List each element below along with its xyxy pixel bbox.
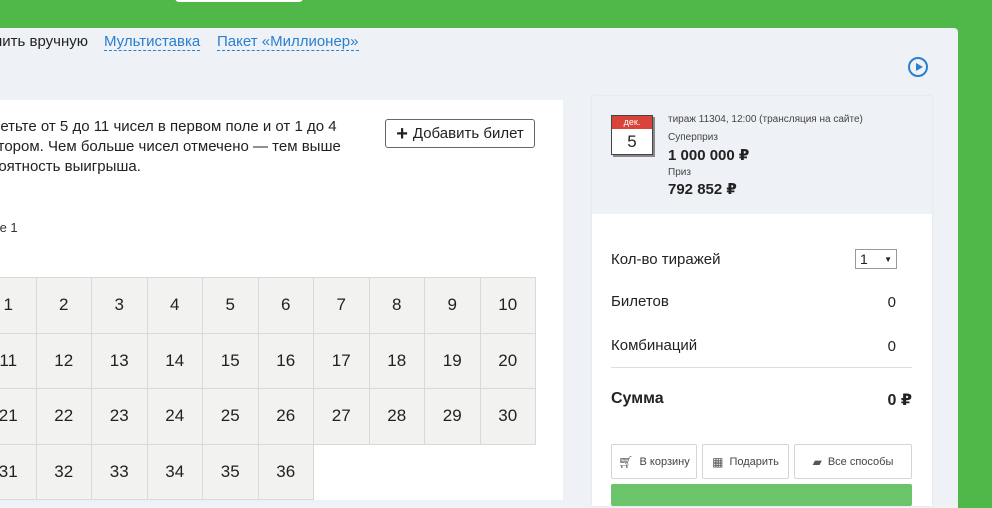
add-to-cart-button[interactable]: 🛒︎ В корзину (611, 444, 697, 479)
add-ticket-label: Добавить билет (412, 125, 524, 142)
number-cell[interactable]: 4 (146, 277, 203, 334)
prize-value: 792 852 ₽ (668, 181, 737, 198)
number-cell[interactable]: 21 (0, 388, 37, 445)
add-ticket-button[interactable]: + Добавить билет (385, 119, 535, 148)
combinations-label: Комбинаций (611, 337, 698, 354)
number-cell[interactable]: 35 (202, 443, 259, 500)
number-cell[interactable]: 9 (424, 277, 481, 334)
draws-count-value: 1 (860, 251, 868, 267)
sum-label: Сумма (611, 390, 664, 407)
gift-icon: ▦ (712, 454, 724, 469)
tickets-label: Билетов (611, 293, 669, 310)
instruction-line: роятность выигрыша. (0, 158, 141, 175)
ticket-card: метьте от 5 до 11 чисел в первом поле и … (0, 100, 563, 500)
all-payment-methods-button[interactable]: ▰ Все способы (794, 444, 912, 479)
chevron-down-icon: ▼ (884, 254, 892, 264)
plus-icon: + (396, 122, 408, 145)
superprize-label: Суперприз (668, 132, 718, 143)
number-cell[interactable]: 3 (91, 277, 148, 334)
mode-package-link[interactable]: Пакет «Миллионер» (217, 33, 359, 51)
mode-manual-tab[interactable]: нить вручную (0, 33, 88, 50)
top-tab (175, 0, 303, 2)
draw-info: тираж 11304, 12:00 (трансляция на сайте) (668, 114, 863, 125)
number-cell[interactable]: 16 (257, 332, 314, 389)
number-cell[interactable]: 28 (368, 388, 425, 445)
mode-multi-link[interactable]: Мультиставка (104, 33, 201, 51)
prize-label: Приз (668, 167, 691, 178)
number-cell[interactable]: 5 (202, 277, 259, 334)
number-cell[interactable]: 15 (202, 332, 259, 389)
number-cell[interactable]: 27 (313, 388, 370, 445)
order-summary: дек. 5 тираж 11304, 12:00 (трансляция на… (592, 96, 932, 506)
number-cell[interactable]: 18 (368, 332, 425, 389)
calendar-icon: дек. 5 (611, 115, 653, 155)
field-label: ле 1 (0, 220, 18, 235)
gift-label: Подарить (729, 455, 779, 468)
superprize-value: 1 000 000 ₽ (668, 147, 750, 164)
combinations-value: 0 (887, 338, 896, 355)
cart-icon: 🛒︎ (618, 454, 634, 469)
number-cell[interactable]: 29 (424, 388, 481, 445)
number-cell[interactable]: 13 (91, 332, 148, 389)
number-cell[interactable]: 24 (146, 388, 203, 445)
number-cell[interactable]: 33 (91, 443, 148, 500)
gift-button[interactable]: ▦ Подарить (702, 444, 789, 479)
number-cell[interactable]: 19 (424, 332, 481, 389)
number-cell[interactable]: 20 (479, 332, 536, 389)
play-icon[interactable] (908, 57, 928, 77)
number-cell[interactable]: 10 (479, 277, 536, 334)
calendar-day: 5 (627, 132, 637, 151)
number-cell[interactable]: 11 (0, 332, 37, 389)
sum-value: 0 ₽ (887, 392, 912, 409)
number-cell[interactable]: 25 (202, 388, 259, 445)
draw-header: дек. 5 тираж 11304, 12:00 (трансляция на… (592, 96, 932, 214)
number-cell[interactable]: 7 (313, 277, 370, 334)
pay-button[interactable] (611, 484, 912, 506)
number-cell[interactable]: 36 (257, 443, 314, 500)
all-methods-label: Все способы (827, 455, 894, 468)
summary-divider (611, 367, 912, 368)
wallet-icon: ▰ (812, 454, 822, 469)
draws-count-label: Кол-во тиражей (611, 251, 721, 268)
number-cell[interactable]: 26 (257, 388, 314, 445)
number-cell[interactable]: 30 (479, 388, 536, 445)
instruction-line: метьте от 5 до 11 чисел в первом поле и … (0, 118, 337, 135)
number-cell[interactable]: 6 (257, 277, 314, 334)
number-cell[interactable]: 22 (35, 388, 92, 445)
number-cell[interactable]: 14 (146, 332, 203, 389)
cart-label: В корзину (639, 455, 690, 468)
number-cell[interactable]: 17 (313, 332, 370, 389)
number-cell[interactable]: 8 (368, 277, 425, 334)
number-grid: 1 2 3 4 5 6 7 8 9 10 11 12 13 14 15 16 17 18 19 20 21 22 23 24 2… (0, 277, 536, 500)
tickets-value: 0 (887, 294, 896, 311)
draws-count-select[interactable]: 1 ▼ (855, 249, 897, 269)
number-cell[interactable]: 2 (35, 277, 92, 334)
number-cell[interactable]: 34 (146, 443, 203, 500)
number-cell[interactable]: 32 (35, 443, 92, 500)
ticket-instructions: метьте от 5 до 11 чисел в первом поле и … (0, 117, 360, 177)
instruction-line: втором. Чем больше чисел отмечено — тем … (0, 138, 341, 155)
number-cell[interactable]: 1 (0, 277, 37, 334)
number-cell[interactable]: 23 (91, 388, 148, 445)
calendar-month: дек. (612, 116, 652, 129)
number-cell[interactable]: 31 (0, 443, 37, 500)
number-cell[interactable]: 12 (35, 332, 92, 389)
